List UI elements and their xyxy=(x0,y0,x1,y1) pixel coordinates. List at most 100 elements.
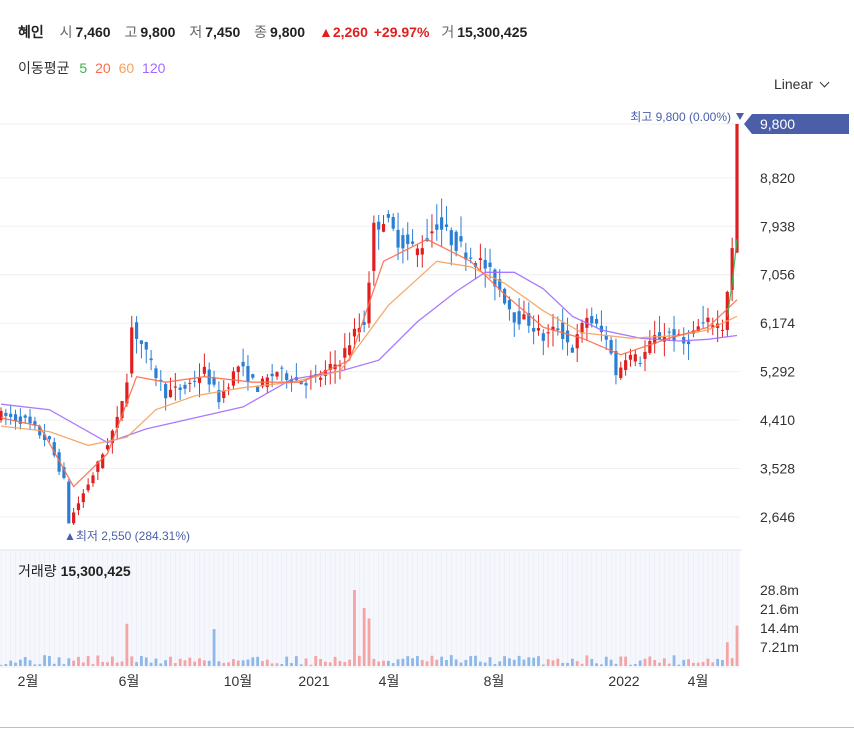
volume-bar xyxy=(178,658,182,666)
volume-bar xyxy=(67,658,71,666)
volume-bar xyxy=(183,660,187,666)
volume-bar xyxy=(716,658,720,666)
candle-body xyxy=(183,384,187,389)
volume-bar xyxy=(86,656,90,666)
volume-bar xyxy=(28,660,32,666)
volume-bar xyxy=(570,658,574,666)
candle-body xyxy=(570,347,574,353)
candle-body xyxy=(594,319,599,324)
volume-tick-label: 7.21m xyxy=(760,639,799,655)
volume-bar xyxy=(319,659,322,666)
candle-body xyxy=(226,387,231,389)
volume-bar xyxy=(159,663,163,666)
candle-body xyxy=(546,332,550,334)
volume-bar xyxy=(338,661,342,666)
volume-panel-value: 15,300,425 xyxy=(60,563,131,579)
volume-bar xyxy=(575,661,579,666)
candle-body xyxy=(556,328,560,331)
candle-body xyxy=(372,222,376,271)
volume-bar xyxy=(619,656,623,666)
volume-bar xyxy=(648,656,652,666)
volume-bar xyxy=(232,659,235,666)
volume-bar xyxy=(324,661,327,666)
volume-bar xyxy=(164,660,168,666)
volume-bar xyxy=(236,660,240,666)
candle-body xyxy=(91,475,95,484)
volume-bar xyxy=(14,662,17,666)
volume-tick-label: 14.4m xyxy=(760,620,799,636)
volume-tick-label: 28.8m xyxy=(760,582,799,598)
volume-bar xyxy=(299,664,303,666)
candle-body xyxy=(488,262,492,267)
volume-bar xyxy=(474,655,477,666)
candle-body xyxy=(105,445,110,450)
candle-body xyxy=(415,248,420,256)
volume-bar xyxy=(653,659,657,666)
time-tick-label: 2022 xyxy=(608,673,639,689)
volume-bar xyxy=(154,658,158,666)
volume-bar xyxy=(600,664,603,666)
price-tick-label: 4,410 xyxy=(760,412,795,428)
volume-bar xyxy=(101,661,105,666)
volume-bar xyxy=(604,656,608,666)
volume-bar xyxy=(411,658,414,666)
candle-body xyxy=(270,373,274,377)
volume-bar xyxy=(367,618,371,666)
candle-body xyxy=(628,354,633,360)
time-tick-label: 2월 xyxy=(18,673,39,689)
candle-body xyxy=(241,361,245,367)
candle-body xyxy=(139,340,144,344)
volume-bar xyxy=(9,660,13,666)
candle-body xyxy=(430,231,434,234)
volume-bar xyxy=(140,655,143,666)
candle-body xyxy=(449,230,453,246)
volume-bar xyxy=(522,659,526,666)
candle-body xyxy=(251,374,255,378)
volume-bar xyxy=(469,656,473,666)
volume-bar xyxy=(667,663,671,666)
candle-body xyxy=(706,317,710,323)
volume-bar xyxy=(0,664,3,666)
volume-bar xyxy=(643,658,647,666)
volume-bar xyxy=(386,660,390,666)
volume-bar xyxy=(445,659,448,666)
volume-bar xyxy=(459,662,463,666)
candle-body xyxy=(720,329,725,331)
volume-bar xyxy=(261,661,264,666)
candle-body xyxy=(154,368,158,379)
candle-body xyxy=(657,332,662,340)
volume-bar xyxy=(81,662,85,666)
candle-body xyxy=(134,322,139,339)
candle-body xyxy=(536,328,541,331)
volume-bar xyxy=(488,657,492,666)
candle-body xyxy=(686,341,691,345)
volume-bar xyxy=(537,656,540,666)
volume-bar xyxy=(328,662,332,666)
candle-body xyxy=(280,367,284,369)
candle-body xyxy=(343,348,347,358)
candle-body xyxy=(149,358,153,361)
volume-bar xyxy=(696,662,700,666)
candle-body xyxy=(188,382,192,384)
candle-body xyxy=(13,414,18,421)
time-tick-label: 6월 xyxy=(119,673,140,689)
candle-body xyxy=(590,316,594,324)
volume-bar xyxy=(585,655,589,666)
volume-bar xyxy=(483,662,487,666)
candle-body xyxy=(246,365,250,383)
candle-body xyxy=(76,503,81,511)
volume-bar xyxy=(406,656,410,666)
volume-bar xyxy=(541,664,545,666)
volume-panel-label: 거래량 xyxy=(18,563,57,579)
candle-body xyxy=(532,328,536,332)
price-chart[interactable]: 8,820 7,938 7,056 6,174 5,292 4,410 3,528 2,646… xyxy=(0,0,854,729)
volume-bar xyxy=(212,629,216,666)
volume-bar xyxy=(265,659,269,666)
volume-bar xyxy=(227,662,230,666)
volume-bar xyxy=(527,657,531,666)
candle-body xyxy=(396,229,400,248)
volume-bar xyxy=(498,661,502,666)
volume-bar xyxy=(595,663,598,666)
candle-body xyxy=(541,333,545,341)
volume-bar xyxy=(377,661,381,666)
